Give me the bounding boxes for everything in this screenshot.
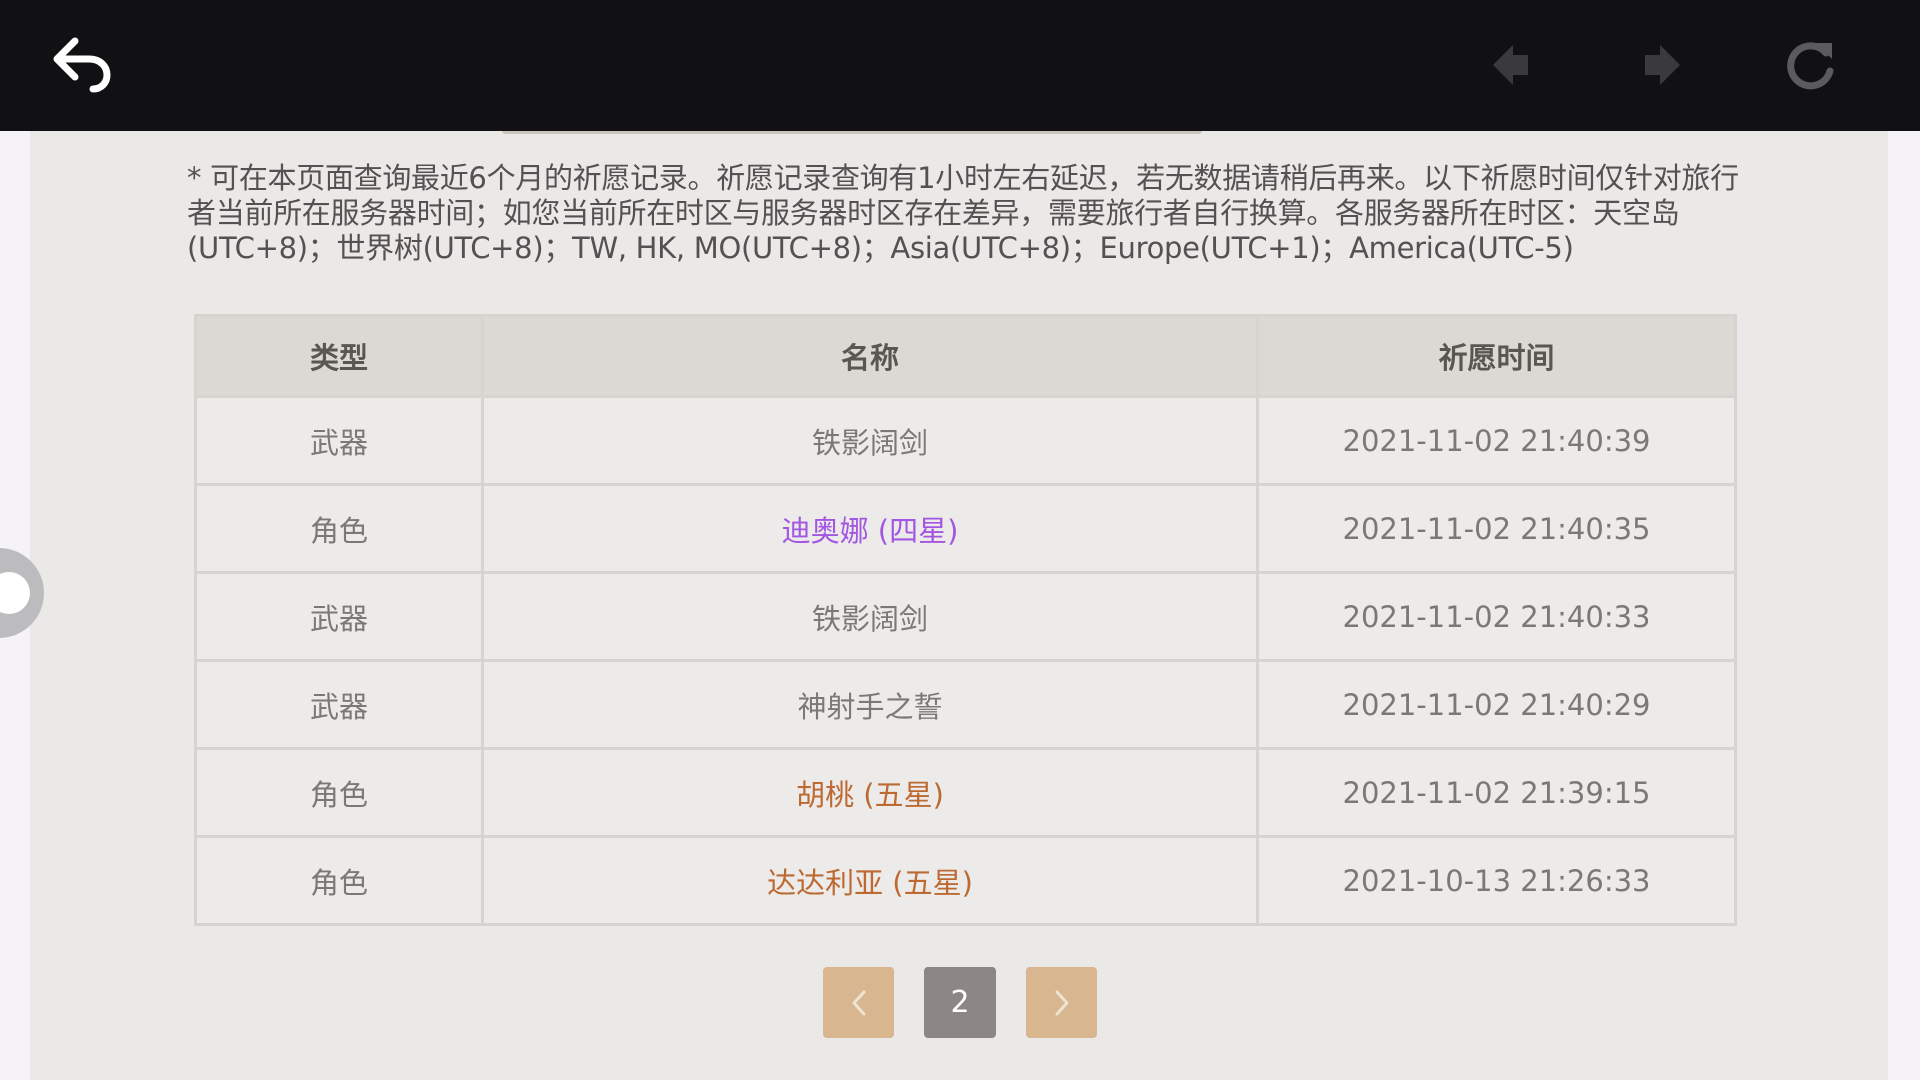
row-time: 2021-11-02 21:40:39: [1256, 395, 1737, 486]
table-row: 武器 神射手之誓 2021-11-02 21:40:29: [194, 659, 1737, 750]
table-row: 武器 铁影阔剑 2021-11-02 21:40:39: [194, 395, 1737, 486]
row-type: 武器: [194, 571, 484, 662]
refresh-icon: [1787, 42, 1834, 90]
prev-page-button[interactable]: [823, 967, 894, 1038]
current-page-number: 2: [950, 985, 970, 1020]
nav-next-button[interactable]: [1625, 30, 1695, 100]
row-type: 武器: [194, 659, 484, 750]
row-time: 2021-11-02 21:40:33: [1256, 571, 1737, 662]
header-time: 祈愿时间: [1256, 314, 1737, 398]
navigate-back-icon: [1493, 45, 1528, 85]
panel-tab-edge: [502, 131, 1202, 134]
back-button[interactable]: [48, 30, 118, 100]
next-page-button[interactable]: [1026, 967, 1097, 1038]
refresh-button[interactable]: [1775, 30, 1845, 100]
row-type: 武器: [194, 395, 484, 486]
header-type: 类型: [194, 314, 484, 398]
row-type: 角色: [194, 747, 484, 838]
table-row: 武器 铁影阔剑 2021-11-02 21:40:33: [194, 571, 1737, 662]
row-time: 2021-11-02 21:40:29: [1256, 659, 1737, 750]
row-name: 神射手之誓: [481, 659, 1259, 750]
chevron-right-icon: [1055, 990, 1068, 1015]
current-page-button[interactable]: 2: [924, 967, 996, 1038]
table-header-row: 类型 名称 祈愿时间: [194, 314, 1737, 398]
row-time: 2021-11-02 21:40:35: [1256, 483, 1737, 574]
row-type: 角色: [194, 835, 484, 926]
wish-history-table: 类型 名称 祈愿时间 武器 铁影阔剑 2021-11-02 21:40:39 角…: [194, 314, 1737, 926]
nav-prev-button[interactable]: [1478, 30, 1548, 100]
timezone-notice: * 可在本页面查询最近6个月的祈愿记录。祈愿记录查询有1小时左右延迟，若无数据请…: [187, 161, 1739, 265]
header-name: 名称: [481, 314, 1259, 398]
row-time: 2021-10-13 21:26:33: [1256, 835, 1737, 926]
table-row: 角色 胡桃 (五星) 2021-11-02 21:39:15: [194, 747, 1737, 838]
row-time: 2021-11-02 21:39:15: [1256, 747, 1737, 838]
row-name: 铁影阔剑: [481, 571, 1259, 662]
row-name: 迪奥娜 (四星): [481, 483, 1259, 574]
row-name: 达达利亚 (五星): [481, 835, 1259, 926]
table-row: 角色 迪奥娜 (四星) 2021-11-02 21:40:35: [194, 483, 1737, 574]
navigate-forward-icon: [1645, 45, 1680, 85]
chevron-left-icon: [852, 990, 865, 1015]
table-row: 角色 达达利亚 (五星) 2021-10-13 21:26:33: [194, 835, 1737, 926]
top-bar: [0, 0, 1920, 131]
row-type: 角色: [194, 483, 484, 574]
row-name: 胡桃 (五星): [481, 747, 1259, 838]
content-panel: * 可在本页面查询最近6个月的祈愿记录。祈愿记录查询有1小时左右延迟，若无数据请…: [30, 131, 1888, 1080]
back-arrow-icon: [53, 37, 111, 93]
row-name: 铁影阔剑: [481, 395, 1259, 486]
